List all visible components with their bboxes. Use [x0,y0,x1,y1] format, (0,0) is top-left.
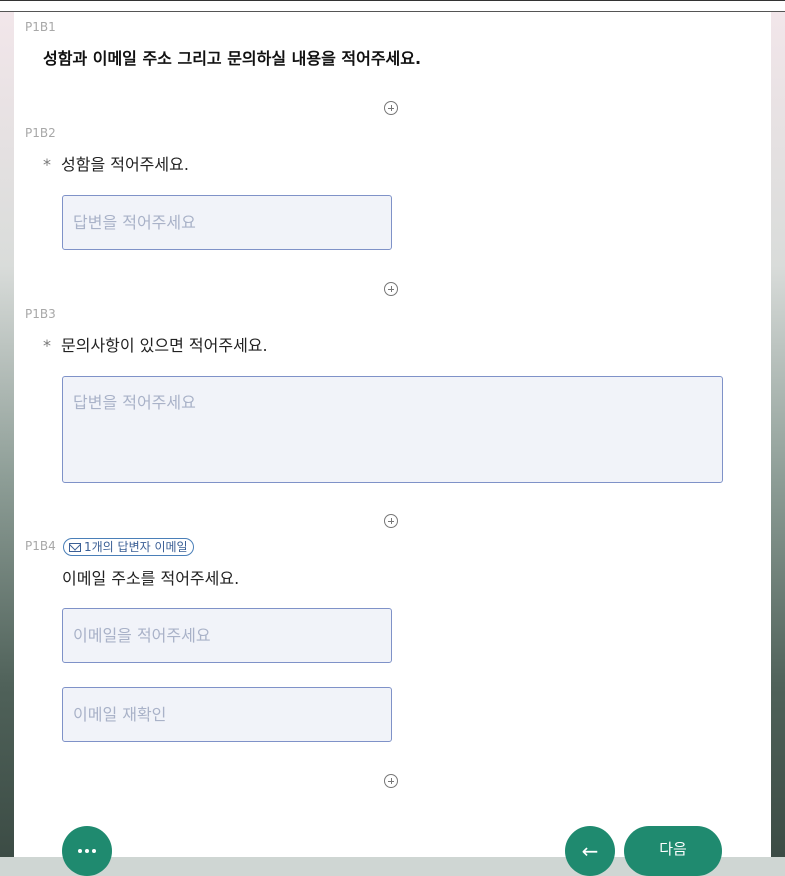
block-label: P1B1 [25,20,56,34]
question-name: * 성함을 적어주세요. [43,151,189,175]
next-button[interactable]: 다음 [624,826,722,876]
ellipsis-icon [78,849,82,853]
block-label: P1B4 [25,539,56,553]
email-input[interactable]: 이메일을 적어주세요 [62,608,392,663]
name-input[interactable]: 답변을 적어주세요 [62,195,392,250]
question-email: 이메일 주소를 적어주세요. [62,565,239,589]
question-text: 성함을 적어주세요. [61,155,189,174]
block-label: P1B3 [25,307,56,321]
add-block-icon[interactable] [384,101,398,115]
ellipsis-dot [92,849,96,853]
more-options-button[interactable] [62,826,112,876]
required-mark: * [43,336,51,355]
add-block-icon[interactable] [384,514,398,528]
required-mark: * [43,155,51,174]
arrow-left-icon: ← [581,839,599,863]
add-block-icon[interactable] [384,282,398,296]
block-title: 성함과 이메일 주소 그리고 문의하실 내용을 적어주세요. [43,49,422,68]
back-button[interactable]: ← [565,826,615,876]
background-image-left [0,12,14,857]
add-block-icon[interactable] [384,774,398,788]
email-confirm-input[interactable]: 이메일 재확인 [62,687,392,742]
block-label: P1B2 [25,126,56,140]
window-top-bar [0,0,785,12]
question-text: 이메일 주소를 적어주세요. [62,569,240,588]
survey-panel: P1B1 성함과 이메일 주소 그리고 문의하실 내용을 적어주세요. P1B2… [14,12,771,876]
inquiry-textarea[interactable]: 답변을 적어주세요 [62,376,723,483]
ellipsis-dot [85,849,89,853]
respondent-email-badge: 1개의 답변자 이메일 [63,538,194,556]
background-image-right [771,12,785,857]
mail-icon [69,542,81,552]
question-inquiry: * 문의사항이 있으면 적어주세요. [43,332,268,356]
question-text: 문의사항이 있으면 적어주세요. [61,336,268,355]
badge-text: 1개의 답변자 이메일 [84,540,188,554]
